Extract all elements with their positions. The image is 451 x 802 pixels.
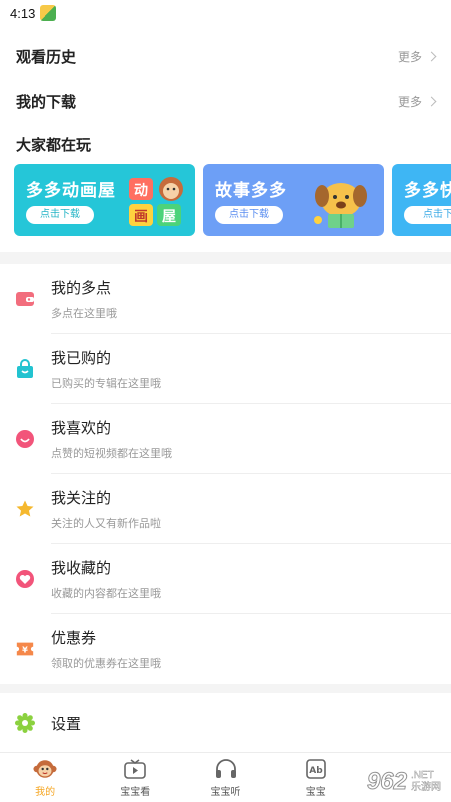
settings-row[interactable]: 设置 <box>0 693 451 753</box>
tv-icon <box>123 758 147 780</box>
section-divider <box>0 252 451 264</box>
wallet-icon <box>15 289 35 309</box>
menu-item-my-points[interactable]: 我的多点 多点在这里哦 <box>0 264 451 334</box>
watermark-number: 962 <box>366 768 407 796</box>
menu-item-subtitle: 收藏的内容都在这里哦 <box>51 588 161 600</box>
app-banner-carousel[interactable]: 多多动画屋 点击下载 动 画 屋 故事多多 点击下载 多多快 点击下 <box>0 164 451 238</box>
watch-history-row[interactable]: 观看历史 更多 <box>0 34 451 79</box>
menu-item-title: 我收藏的 <box>51 560 112 577</box>
chevron-right-icon <box>426 51 437 62</box>
status-time: 4:13 <box>10 5 36 21</box>
menu-item-subtitle: 点赞的短视频都在这里哦 <box>51 448 172 460</box>
shopping-bag-icon <box>15 359 35 379</box>
menu-item-purchased[interactable]: 我已购的 已购买的专辑在这里哦 <box>0 334 451 404</box>
tab-label: 宝宝看 <box>120 786 151 798</box>
headphones-icon <box>214 758 238 780</box>
menu-item-title: 我已购的 <box>51 350 112 367</box>
menu-item-liked[interactable]: 我喜欢的 点赞的短视频都在这里哦 <box>0 404 451 474</box>
watermark-cn: 乐游网 <box>411 782 441 793</box>
status-bar: 4:13 <box>0 0 451 26</box>
tab-baby-listen[interactable]: 宝宝听 <box>180 753 270 802</box>
banner-download-button[interactable]: 点击下 <box>404 206 451 224</box>
site-watermark: 962 .NET 乐游网 <box>366 768 441 796</box>
my-downloads-title: 我的下载 <box>16 94 77 111</box>
smile-icon <box>15 429 35 449</box>
watch-history-title: 观看历史 <box>16 49 77 66</box>
banner-duoduo-animation[interactable]: 多多动画屋 点击下载 动 画 屋 <box>14 164 195 236</box>
svg-text:动: 动 <box>134 182 148 199</box>
more-label: 更多 <box>397 50 422 64</box>
svg-text:Ab: Ab <box>309 766 323 776</box>
chevron-right-icon <box>426 96 437 107</box>
watch-history-more[interactable]: 更多 <box>397 48 437 65</box>
menu-item-title: 我关注的 <box>51 490 112 507</box>
tab-label: 宝宝 <box>305 786 326 798</box>
banner-title: 多多快 <box>404 181 451 200</box>
abc-icon: Ab <box>304 758 328 780</box>
my-downloads-more[interactable]: 更多 <box>397 93 437 110</box>
everyone-playing-title: 大家都在玩 <box>16 137 92 154</box>
gear-icon <box>15 713 35 733</box>
monkey-icon <box>33 758 57 780</box>
menu-item-subtitle: 已购买的专辑在这里哦 <box>51 378 161 390</box>
tab-baby-learn[interactable]: Ab 宝宝 <box>271 753 361 802</box>
svg-text:画: 画 <box>134 209 148 225</box>
profile-menu-list: 我的多点 多点在这里哦 我已购的 已购买的专辑在这里哦 我喜欢的 点赞的短视频都… <box>0 264 451 684</box>
app-notification-icon <box>40 5 57 21</box>
my-downloads-row[interactable]: 我的下载 更多 <box>0 79 451 124</box>
tab-baby-watch[interactable]: 宝宝看 <box>90 753 180 802</box>
banner-download-button[interactable]: 点击下载 <box>26 206 94 224</box>
menu-item-title: 我的多点 <box>51 280 112 297</box>
menu-item-favorites[interactable]: 我收藏的 收藏的内容都在这里哦 <box>0 544 451 614</box>
heart-icon <box>15 569 35 589</box>
menu-item-subtitle: 多点在这里哦 <box>51 308 117 320</box>
menu-item-title: 优惠券 <box>51 630 97 647</box>
watermark-net: .NET <box>411 770 434 781</box>
menu-item-subtitle: 领取的优惠券在这里哦 <box>51 658 161 670</box>
section-divider <box>0 684 451 693</box>
watermark-side: .NET 乐游网 <box>411 770 441 794</box>
svg-text:¥: ¥ <box>22 645 28 655</box>
tab-label: 宝宝听 <box>210 786 241 798</box>
banner-download-button[interactable]: 点击下载 <box>215 206 283 224</box>
svg-text:屋: 屋 <box>162 209 176 225</box>
banner-art-logo: 动 画 屋 <box>127 174 185 228</box>
coupon-icon: ¥ <box>15 639 35 659</box>
menu-item-title: 我喜欢的 <box>51 420 112 437</box>
menu-item-following[interactable]: 我关注的 关注的人又有新作品啦 <box>0 474 451 544</box>
menu-item-coupons[interactable]: ¥ 优惠券 领取的优惠券在这里哦 <box>0 614 451 684</box>
menu-item-subtitle: 关注的人又有新作品啦 <box>51 518 161 530</box>
star-icon <box>15 499 35 519</box>
more-label: 更多 <box>397 95 422 109</box>
dog-reading-icon <box>310 172 372 232</box>
tab-label: 我的 <box>35 786 56 798</box>
banner-third-app[interactable]: 多多快 点击下 <box>392 164 451 236</box>
tab-mine[interactable]: 我的 <box>0 753 90 802</box>
banner-title: 故事多多 <box>215 181 287 200</box>
banner-stories[interactable]: 故事多多 点击下载 <box>203 164 384 236</box>
banner-title: 多多动画屋 <box>26 181 116 200</box>
settings-label: 设置 <box>51 715 82 733</box>
